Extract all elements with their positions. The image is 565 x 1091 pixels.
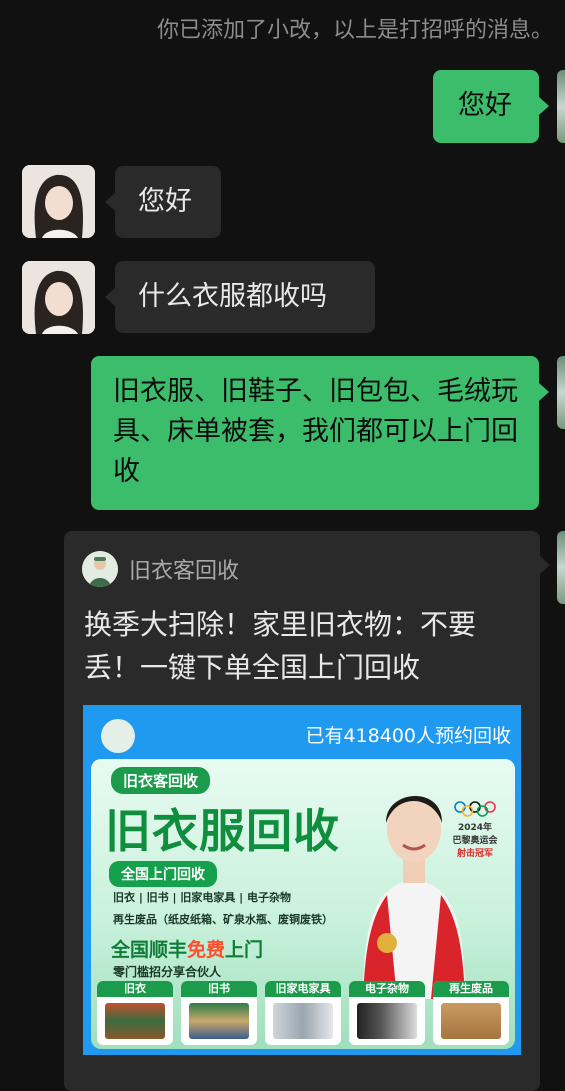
self-avatar[interactable] xyxy=(557,356,565,429)
bubble-tail xyxy=(539,97,549,115)
shipping-post: 上门 xyxy=(225,939,264,961)
card-source: 旧衣客回收 xyxy=(82,551,239,587)
tile-label: 旧衣 xyxy=(97,981,173,997)
tile-label: 再生废品 xyxy=(433,981,509,997)
category-tile: 旧家电家具 xyxy=(265,981,341,1045)
shared-link-card[interactable]: 旧衣客回收 换季大扫除！家里旧衣物：不要丢！一键下单全国上门回收 已有41840… xyxy=(64,531,540,1091)
category-tile: 旧书 xyxy=(181,981,257,1045)
message-bubble-contact[interactable]: 什么衣服都收吗 xyxy=(115,261,375,333)
shipping-free: 免费 xyxy=(187,939,226,961)
contact-avatar[interactable] xyxy=(22,165,95,238)
olympic-event: 巴黎奥运会 xyxy=(452,836,498,846)
contact-photo xyxy=(22,261,95,334)
category-tile: 再生废品 xyxy=(433,981,509,1045)
categories-line: 旧衣 | 旧书 | 旧家电家具 | 电子杂物 xyxy=(113,891,292,904)
service-tag: 全国上门回收 xyxy=(109,861,217,887)
message-bubble-self[interactable]: 旧衣服、旧鞋子、旧包包、毛绒玩具、床单被套，我们都可以上门回收 xyxy=(91,356,539,510)
tile-label: 电子杂物 xyxy=(349,981,425,997)
message-bubble-contact[interactable]: 您好 xyxy=(115,166,221,238)
bubble-tail xyxy=(540,556,550,574)
brand-tag: 旧衣客回收 xyxy=(111,767,211,794)
contact-avatar[interactable] xyxy=(22,261,95,334)
partner-line: 零门槛招分享合伙人 xyxy=(113,965,222,979)
shipping-line: 全国顺丰免费上门 xyxy=(111,935,263,962)
olympic-year: 2024年 xyxy=(457,823,493,833)
source-logo-icon xyxy=(82,551,118,587)
category-tile: 旧衣 xyxy=(97,981,173,1045)
category-tiles: 旧衣 旧书 旧家电家具 电子杂物 再生废品 xyxy=(97,981,509,1045)
poster-headline: 旧衣服回收 xyxy=(105,804,340,858)
card-source-name: 旧衣客回收 xyxy=(129,559,240,584)
poster-banner: 旧衣客回收 旧衣服回收 全国上门回收 旧衣 | 旧书 | 旧家电家具 | 电子杂… xyxy=(91,759,515,1049)
tile-label: 旧家电家具 xyxy=(265,981,341,997)
bubble-tail xyxy=(539,383,549,401)
poster-logo-icon xyxy=(101,719,135,753)
tile-label: 旧书 xyxy=(181,981,257,997)
bubble-tail xyxy=(105,288,115,306)
system-message: 你已添加了小改，以上是打招呼的消息。 xyxy=(156,18,553,43)
self-avatar[interactable] xyxy=(557,531,565,604)
olympic-rings-icon xyxy=(454,801,496,817)
category-tile: 电子杂物 xyxy=(349,981,425,1045)
olympic-badge: 2024年 巴黎奥运会 射击冠军 xyxy=(445,801,505,861)
bubble-tail xyxy=(105,193,115,211)
reservation-count: 已有418400人预约回收 xyxy=(305,725,511,747)
shipping-pre: 全国顺丰 xyxy=(111,939,188,961)
olympic-title: 射击冠军 xyxy=(456,849,493,859)
message-bubble-self[interactable]: 您好 xyxy=(433,70,539,143)
self-avatar[interactable] xyxy=(557,70,565,143)
contact-photo xyxy=(22,165,95,238)
recycle-line: 再生废品（纸皮纸箱、矿泉水瓶、废铜废铁） xyxy=(113,913,333,926)
card-title: 换季大扫除！家里旧衣物：不要丢！一键下单全国上门回收 xyxy=(84,608,477,684)
card-poster-image[interactable]: 已有418400人预约回收 旧衣客回收 旧衣服回收 全国上门回收 旧衣 | 旧书… xyxy=(83,705,521,1055)
